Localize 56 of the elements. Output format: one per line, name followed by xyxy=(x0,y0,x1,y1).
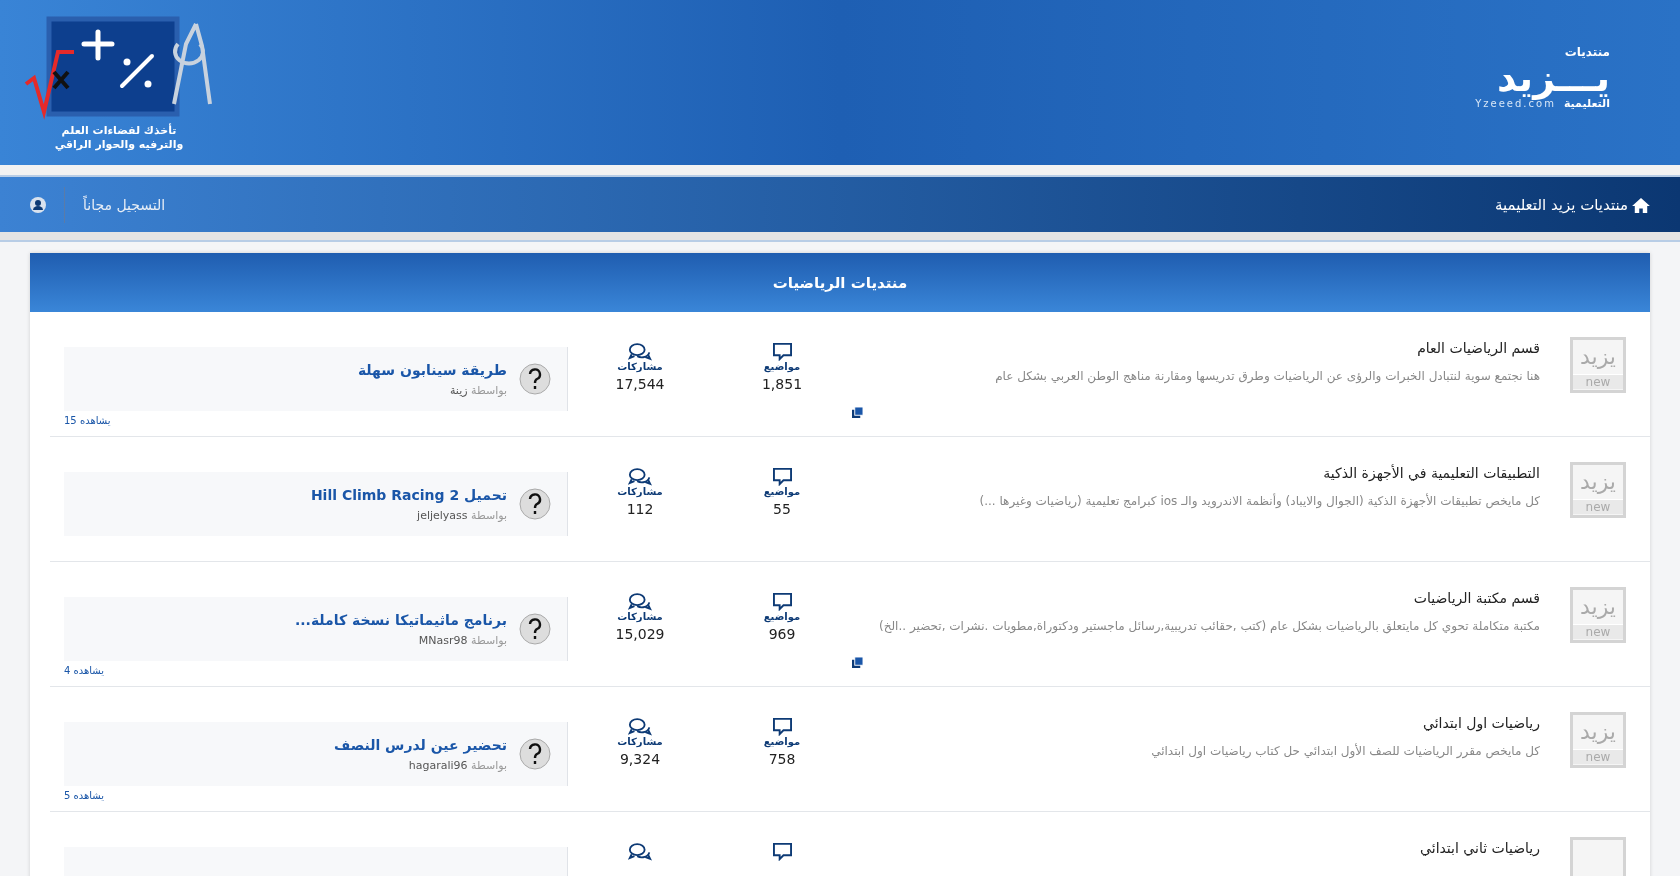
speech-bubble-icon xyxy=(771,467,793,486)
stat-label: مواضيع xyxy=(763,486,801,497)
tagline-text: تأخذك لفضاءات العلم xyxy=(61,124,177,138)
posts-count: 112 xyxy=(626,501,654,517)
user-icon[interactable] xyxy=(30,196,46,213)
forum-description: هنا نجتمع سوية لنتبادل الخبرات والرؤى عن الرياضيات وطرق تدريسها ومقارنة مناهج الوطن العربي بشكل عام xyxy=(995,368,1540,386)
home-icon xyxy=(1632,196,1650,213)
viewers-count: يشاهده 4 xyxy=(64,665,105,676)
question-mark-icon xyxy=(519,488,551,520)
forum-title[interactable]: رياضيات ثاني ابتدائي xyxy=(1420,840,1540,856)
question-mark-icon xyxy=(519,363,551,395)
topics-count: 758 xyxy=(768,751,796,767)
posts-count: 9,324 xyxy=(619,751,661,767)
register-link[interactable]: التسجيل مجاناً xyxy=(83,196,166,213)
chat-bubbles-icon xyxy=(628,467,652,486)
forum-title[interactable]: التطبيقات التعليمية في الأجهزة الذكية xyxy=(1323,465,1540,481)
speech-bubble-icon xyxy=(771,592,793,611)
subforums-icon[interactable] xyxy=(852,657,863,668)
viewers-count: يشاهده 15 xyxy=(64,415,111,426)
viewers-count: يشاهده 5 xyxy=(64,790,105,801)
question-mark-icon xyxy=(519,738,551,770)
forum-title[interactable]: قسم مكتبة الرياضيات xyxy=(1413,590,1540,606)
stat-label: مواضيع xyxy=(763,361,801,372)
speech-bubble-icon xyxy=(771,717,793,736)
topics-count: 1,851 xyxy=(761,376,803,392)
section-title: منتديات الرياضيات xyxy=(30,253,1650,312)
stat-label: مشاركات xyxy=(617,736,663,747)
stat-label: مواضيع xyxy=(763,736,801,747)
topics-count: 55 xyxy=(773,501,791,517)
forum-description: كل مايخص مقرر الرياضيات للصف الأول ابتدائي حل كتاب رياضيات اول ابتدائي xyxy=(1151,742,1540,761)
stat-label: مشاركات xyxy=(617,486,663,497)
speech-bubble-icon xyxy=(771,342,793,361)
subforums-icon[interactable] xyxy=(852,407,863,418)
tagline-text: والترفيه والحوار الراقي xyxy=(54,137,184,151)
stat-label: مشاركات xyxy=(617,361,663,372)
forum-description: مكتبة متكاملة تحوي كل مايتعلق بالرياضيات بشكل عام (كتب ,حقائب تدريبية,رسائل ماجستير ودكتوراة,مطويات .نشرات ,تحضير ..الخ) xyxy=(879,618,1540,636)
chat-bubbles-icon xyxy=(628,717,652,736)
speech-bubble-icon xyxy=(771,842,793,861)
forum-title[interactable]: قسم الرياضيات العام xyxy=(1417,340,1540,356)
question-mark-icon xyxy=(519,613,551,645)
last-post-author: بواسطة زينة xyxy=(449,383,507,397)
home-link[interactable]: منتديات يزيد التعليمية xyxy=(1494,195,1650,214)
topics-count: 969 xyxy=(768,626,796,642)
last-post-title[interactable]: تحضير عين لدرس النصف xyxy=(333,736,507,753)
posts-count: 15,029 xyxy=(615,626,665,642)
stat-label: مواضيع xyxy=(763,611,801,622)
chat-bubbles-icon xyxy=(628,342,652,361)
chat-bubbles-icon xyxy=(628,592,652,611)
last-post-title[interactable]: برنامج ماثيماتيكا نسخة كاملة... xyxy=(294,611,507,628)
forum-title[interactable]: رياضيات اول ابتدائي xyxy=(1422,715,1540,731)
forum-description: كل مايخص تطبيقات الأجهزة الذكية (الجوال والايباد) وأنظمة الاندرويد والـ ios كبرامج تعليمية (رياضيات وغيرها ...) xyxy=(979,492,1540,511)
last-post-title[interactable]: تحميل Hill Climb Racing 2 xyxy=(310,486,507,503)
chat-bubbles-icon xyxy=(628,842,652,861)
stat-label: مشاركات xyxy=(617,611,663,622)
posts-count: 17,544 xyxy=(615,376,665,392)
last-post-title[interactable]: طريقة سينابون سهلة xyxy=(357,361,507,378)
